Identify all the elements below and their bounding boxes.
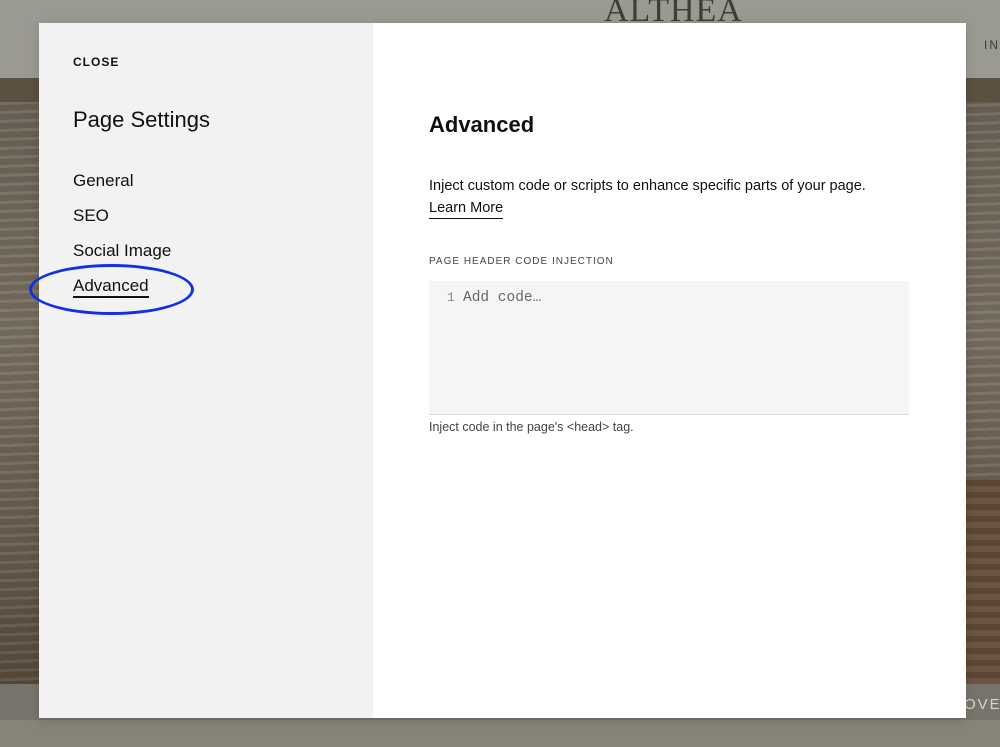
code-injection-label: PAGE HEADER CODE INJECTION	[429, 256, 614, 267]
close-button[interactable]: CLOSE	[73, 55, 119, 69]
code-editor[interactable]: 1	[429, 281, 909, 415]
page-settings-modal: CLOSE Page Settings General SEO Social I…	[39, 23, 966, 718]
settings-nav: General SEO Social Image Advanced	[73, 169, 171, 309]
site-nav-fragment: IN	[984, 38, 1000, 52]
section-description: Inject custom code or scripts to enhance…	[429, 178, 866, 194]
site-hero-dock-detail	[966, 480, 1000, 684]
section-title: Advanced	[429, 112, 535, 137]
site-footer-fragment: OVER	[964, 696, 1000, 713]
nav-item-social-image[interactable]: Social Image	[73, 239, 171, 274]
nav-item-advanced[interactable]: Advanced	[73, 274, 171, 309]
nav-item-label: SEO	[73, 206, 109, 225]
line-number: 1	[447, 290, 455, 305]
nav-item-label: Advanced	[73, 276, 149, 298]
settings-sidebar: CLOSE Page Settings General SEO Social I…	[39, 23, 373, 718]
nav-item-general[interactable]: General	[73, 169, 171, 204]
site-bottom-bar	[0, 720, 1000, 747]
code-input[interactable]	[463, 286, 893, 310]
nav-item-label: General	[73, 171, 134, 190]
sidebar-title: Page Settings	[73, 107, 210, 132]
code-injection-help: Inject code in the page's <head> tag.	[429, 420, 634, 434]
nav-item-seo[interactable]: SEO	[73, 204, 171, 239]
learn-more-link[interactable]: Learn More	[429, 198, 504, 219]
nav-item-label: Social Image	[73, 241, 172, 260]
settings-content: Advanced Inject custom code or scripts t…	[373, 23, 966, 718]
